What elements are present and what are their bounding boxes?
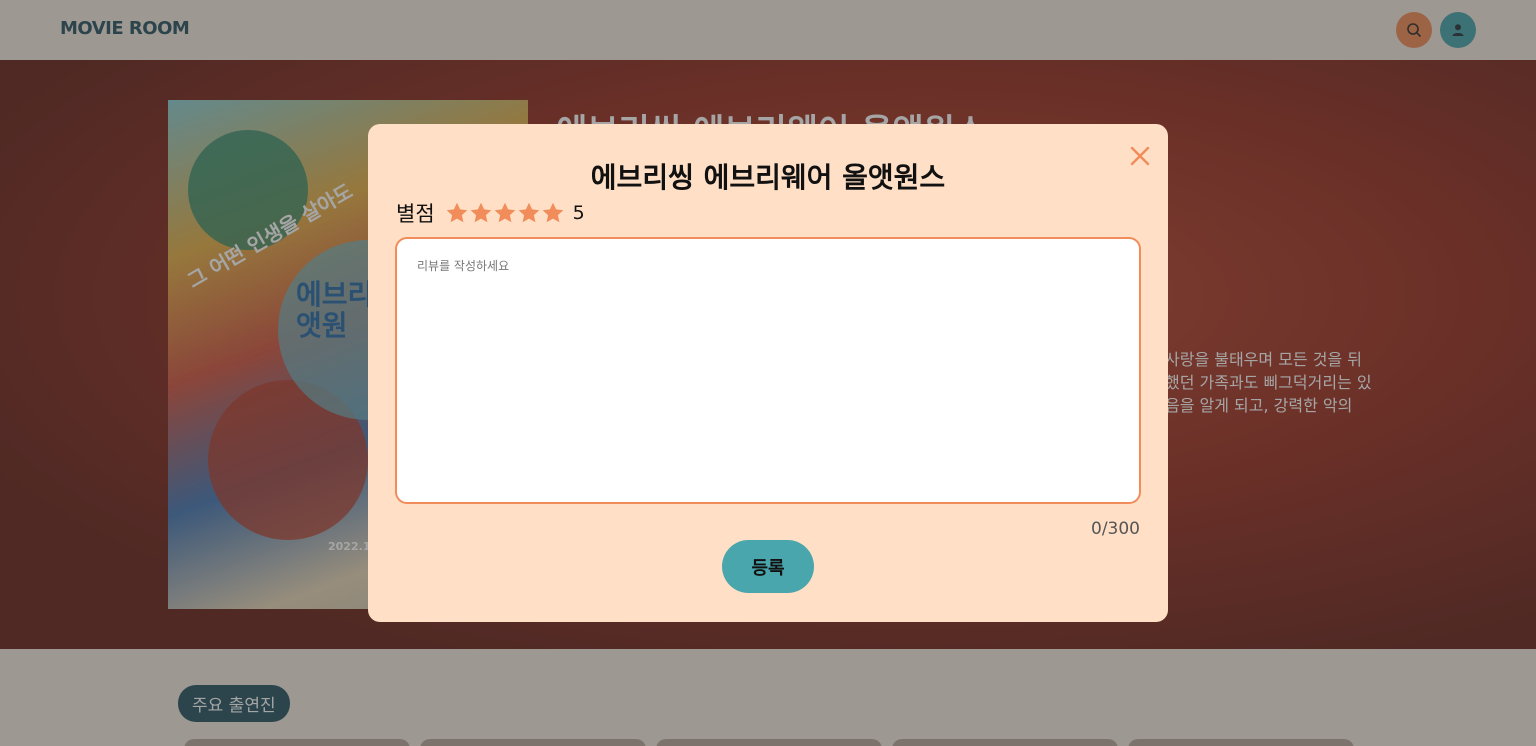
rating-label: 별점 (396, 202, 435, 226)
modal-title: 에브리씽 에브리웨어 올앳원스 (590, 161, 946, 194)
rating-value: 5 (572, 202, 585, 224)
submit-button[interactable]: 등록 (722, 540, 814, 593)
star-icon[interactable] (469, 201, 493, 225)
close-button[interactable] (1128, 144, 1152, 168)
star-icon[interactable] (445, 201, 469, 225)
close-icon (1130, 146, 1150, 166)
review-input[interactable] (395, 237, 1141, 504)
star-icon[interactable] (517, 201, 541, 225)
star-icon[interactable] (493, 201, 517, 225)
star-rating[interactable] (445, 201, 565, 225)
review-modal: 에브리씽 에브리웨어 올앳원스 별점 5 0/300 등록 (368, 124, 1168, 622)
char-count: 0/300 (1091, 519, 1140, 539)
star-icon[interactable] (541, 201, 565, 225)
rating-row: 별점 5 (396, 198, 585, 228)
